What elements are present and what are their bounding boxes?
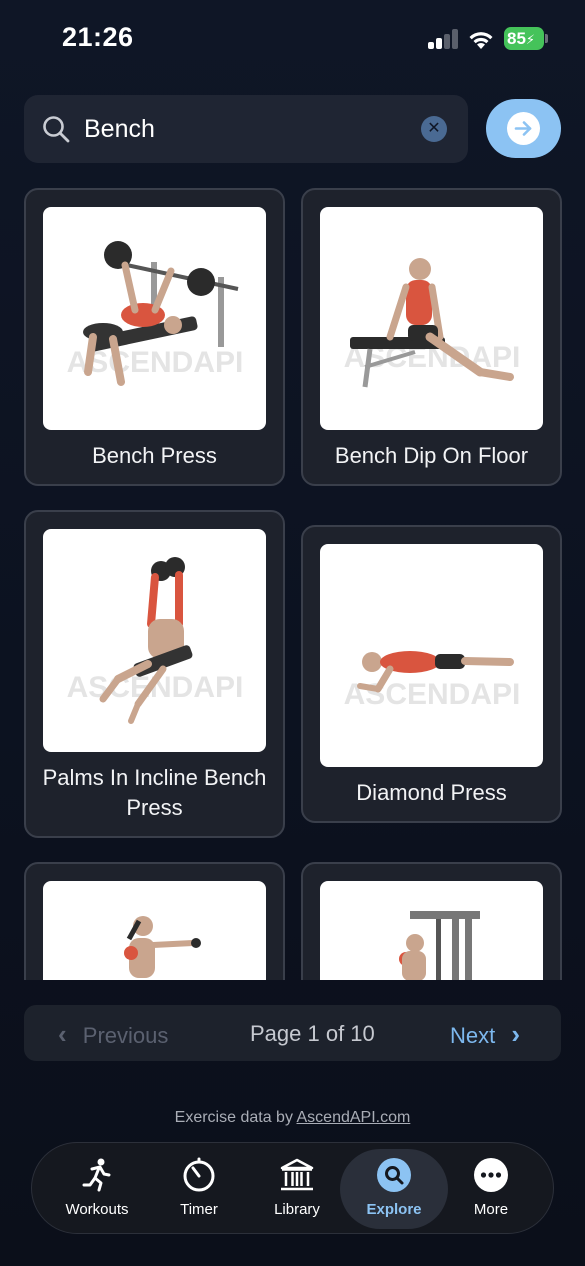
search-icon <box>43 116 70 143</box>
search-icon <box>377 1158 411 1192</box>
ascendapi-link[interactable]: AscendAPI.com <box>297 1109 411 1126</box>
tab-timer[interactable]: Timer <box>149 1143 249 1235</box>
arrow-right-icon <box>507 112 540 145</box>
clear-search-button[interactable]: ✕ <box>421 116 447 142</box>
running-person-icon <box>82 1158 111 1192</box>
machine-illustration <box>320 881 543 980</box>
timer-icon <box>183 1157 215 1192</box>
tab-explore[interactable]: Explore <box>340 1149 448 1229</box>
search-input[interactable] <box>84 111 404 147</box>
tab-label: Library <box>274 1201 320 1218</box>
exercise-card[interactable]: ASCENDAPI Palms In Incline Bench Press <box>24 510 285 838</box>
battery-indicator: 85⚡ <box>504 27 544 50</box>
tab-label: Timer <box>180 1201 218 1218</box>
tab-workouts[interactable]: Workouts <box>47 1143 147 1235</box>
exercise-results-grid: ASCENDAPI Bench Press ASCENDAPI Bench Di… <box>0 180 585 980</box>
status-bar: 21:26 85⚡ <box>0 0 585 80</box>
exercise-card[interactable]: ASCENDAPI Bench Dip On Floor <box>301 188 562 486</box>
exercise-card[interactable]: ASCENDAPI Bench Press <box>24 188 285 486</box>
pagination-bar: ‹ Previous Page 1 of 10 Next › <box>24 1005 561 1061</box>
data-credit: Exercise data by AscendAPI.com <box>0 1109 585 1127</box>
search-submit-button[interactable] <box>486 99 561 158</box>
exercise-title: Bench Press <box>92 443 217 468</box>
cellular-signal-icon <box>428 29 458 49</box>
boxing-illustration <box>43 881 266 980</box>
battery-cap <box>545 34 548 43</box>
next-page-button[interactable]: Next › <box>450 1019 520 1050</box>
diamond-press-illustration: ASCENDAPI <box>320 544 543 767</box>
explore-screen: 21:26 85⚡ ✕ ASCEN <box>0 0 585 1266</box>
chevron-left-icon: ‹ <box>58 1019 67 1049</box>
page-indicator: Page 1 of 10 <box>250 1021 375 1046</box>
tab-label: Workouts <box>65 1201 129 1218</box>
library-icon <box>280 1158 314 1191</box>
chevron-right-icon: › <box>511 1019 521 1049</box>
previous-page-button[interactable]: ‹ Previous <box>58 1019 168 1050</box>
tab-label: Explore <box>366 1201 422 1218</box>
watermark-text: ASCENDAPI <box>344 678 521 711</box>
search-bar[interactable]: ✕ <box>24 95 468 163</box>
credit-prefix: Exercise data by <box>174 1109 297 1126</box>
bench-dip-illustration: ASCENDAPI <box>320 207 543 430</box>
exercise-title: Bench Dip On Floor <box>334 443 529 468</box>
exercise-card[interactable]: ASCENDAPI Diamond Press <box>301 525 562 823</box>
exercise-title: Diamond Press <box>356 780 507 805</box>
tab-more[interactable]: More <box>441 1143 541 1235</box>
tab-label: More <box>473 1201 509 1218</box>
exercise-title: Palms In Incline Bench Press <box>42 765 267 820</box>
bottom-tab-bar: Workouts Timer Library Explore More <box>31 1142 554 1234</box>
previous-label: Previous <box>82 1023 169 1048</box>
next-label: Next <box>450 1023 496 1048</box>
tab-library[interactable]: Library <box>247 1143 347 1235</box>
incline-press-illustration: ASCENDAPI <box>43 529 266 752</box>
more-icon <box>474 1158 508 1192</box>
wifi-icon <box>469 32 493 49</box>
bench-press-illustration: ASCENDAPI <box>43 207 266 430</box>
status-time: 21:26 <box>62 22 134 52</box>
exercise-card[interactable] <box>301 862 562 980</box>
exercise-card[interactable] <box>24 862 285 980</box>
battery-level: 85 <box>507 29 526 48</box>
